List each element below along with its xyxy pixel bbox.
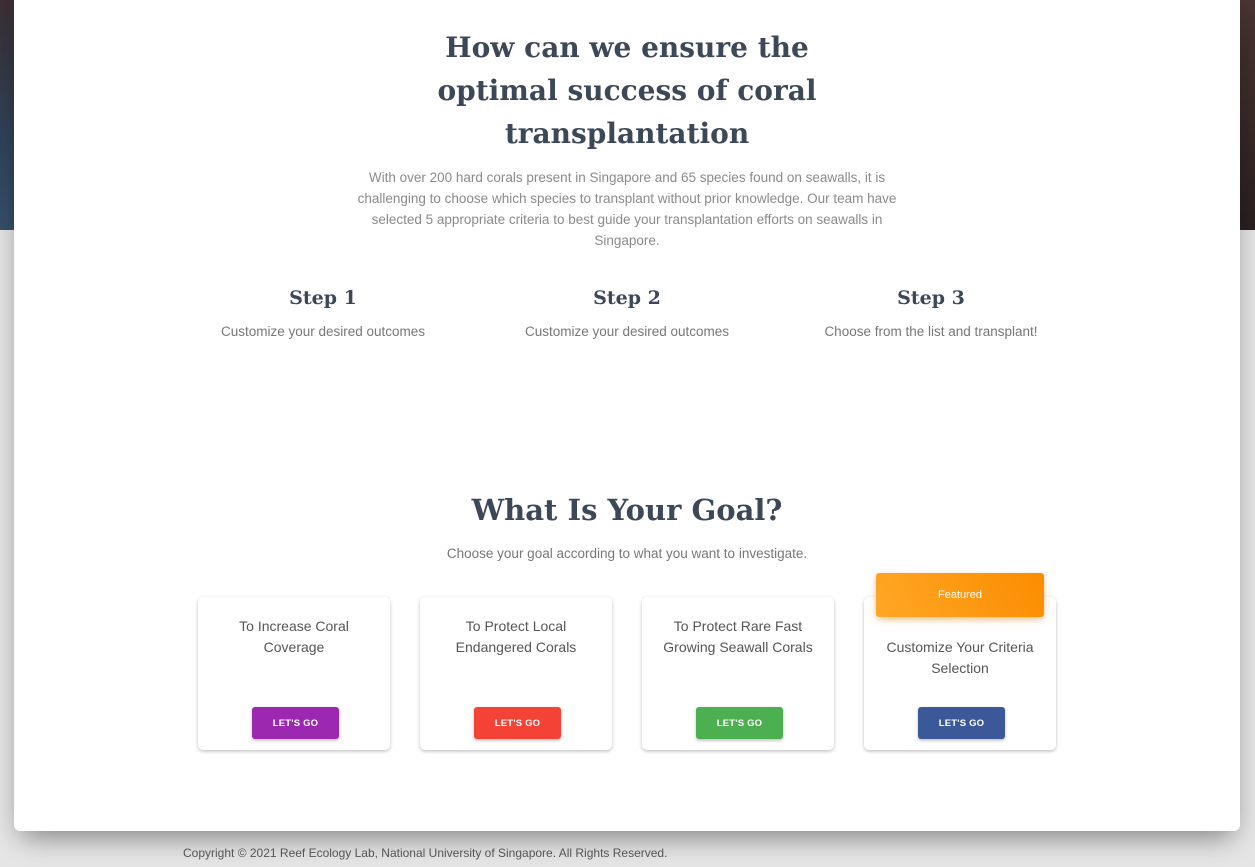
step-2-title: Step 2 (593, 287, 661, 309)
lets-go-button-protect-rare[interactable]: LET'S GO (696, 707, 783, 739)
lets-go-button-customize-criteria[interactable]: LET'S GO (918, 707, 1005, 739)
goal-card-label: To Protect Rare Fast Growing Seawall Cor… (663, 618, 813, 655)
footer-copyright: Copyright © 2021 Reef Ecology Lab, Natio… (183, 846, 668, 860)
goal-card-label: To Protect Local Endangered Corals (455, 618, 577, 655)
step-1-title: Step 1 (289, 287, 357, 309)
goal-subtitle: Choose your goal according to what you w… (446, 546, 808, 561)
section-headline: How can we ensure the optimal success of… (14, 26, 1240, 155)
headline-line-1: How can we ensure the (445, 31, 809, 64)
goal-card-protect-rare: To Protect Rare Fast Growing Seawall Cor… (642, 597, 834, 750)
goal-card-protect-endangered: To Protect Local Endangered Corals LET'S… (420, 597, 612, 750)
hero-image-right-edge (1240, 0, 1255, 230)
step-3: Step 3 Choose from the list and transpla… (801, 284, 1061, 342)
step-1: Step 1 Customize your desired outcomes (193, 284, 453, 342)
step-2: Step 2 Customize your desired outcomes (497, 284, 757, 342)
main-content-card: How can we ensure the optimal success of… (14, 0, 1240, 831)
headline-line-2: optimal success of coral (437, 74, 817, 107)
hero-image-left-edge (0, 0, 14, 230)
headline-line-3: transplantation (504, 117, 750, 150)
goal-card-label: Customize Your Criteria Selection (886, 639, 1034, 676)
goal-title: What Is Your Goal? (471, 493, 783, 527)
lets-go-button-protect-endangered[interactable]: LET'S GO (474, 707, 561, 739)
goal-card-increase-coverage: To Increase Coral Coverage LET'S GO (198, 597, 390, 750)
featured-badge: Featured (876, 573, 1044, 617)
lets-go-button-increase-coverage[interactable]: LET'S GO (252, 707, 339, 739)
step-3-text: Choose from the list and transplant! (824, 324, 1038, 339)
intro-paragraph: With over 200 hard corals present in Sin… (357, 170, 897, 248)
goal-card-label: To Increase Coral Coverage (239, 618, 349, 655)
step-3-title: Step 3 (897, 287, 965, 309)
step-2-text: Customize your desired outcomes (524, 324, 730, 339)
goal-card-customize-criteria: Customize Your Criteria Selection LET'S … (864, 597, 1056, 750)
step-1-text: Customize your desired outcomes (220, 324, 426, 339)
